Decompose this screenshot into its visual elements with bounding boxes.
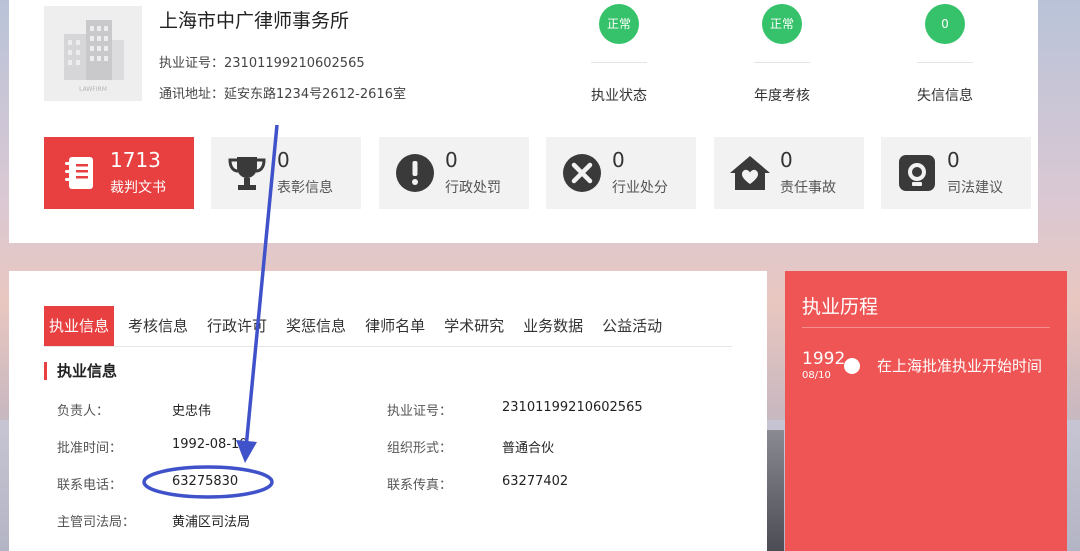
license-value: 23101199210602565	[224, 56, 365, 71]
bulb-icon	[899, 155, 935, 191]
phone-label: 联系电话：	[57, 478, 123, 493]
timeline-year: 1992	[802, 349, 846, 369]
stat-count: 0	[612, 148, 625, 172]
exclamation-icon	[396, 154, 434, 192]
stat-count: 0	[947, 148, 960, 172]
stat-label: 裁判文书	[110, 180, 166, 196]
stat-count: 1713	[110, 148, 161, 172]
stat-industry-sanction[interactable]: 0 行业处分	[546, 137, 696, 209]
approve-label: 批准时间：	[57, 441, 123, 456]
status-badge[interactable]: 0	[925, 4, 965, 44]
tab-practice-info[interactable]: 执业信息	[44, 306, 115, 346]
fax-value: 63277402	[502, 474, 569, 489]
firm-logo: LAWFIRM	[44, 6, 142, 101]
timeline-title: 执业历程	[802, 296, 879, 318]
stat-liability-accident[interactable]: 0 责任事故	[714, 137, 864, 209]
status-annual-review: 正常 年度考核	[722, 4, 842, 105]
building-icon: LAWFIRM	[64, 19, 124, 93]
tab-rewards-penalties[interactable]: 奖惩信息	[281, 306, 351, 346]
stat-count: 0	[277, 148, 290, 172]
firm-name: 上海市中广律师事务所	[159, 10, 350, 32]
timeline-card: 执业历程 1992 08/10 在上海批准执业开始时间	[785, 271, 1067, 551]
org-form-value: 普通合伙	[502, 441, 555, 456]
stat-admin-penalty[interactable]: 0 行政处罚	[379, 137, 529, 209]
org-form-label: 组织形式：	[387, 441, 453, 456]
timeline-dot	[844, 358, 860, 374]
license-label: 执业证号：	[159, 56, 225, 71]
leader-value: 史忠伟	[172, 404, 212, 419]
stat-judicial-advice[interactable]: 0 司法建议	[881, 137, 1031, 209]
timeline-date: 08/10	[802, 370, 831, 381]
status-label: 失信信息	[917, 88, 973, 104]
status-badge: 正常	[762, 4, 802, 44]
divider	[802, 327, 1050, 328]
tab-admin-permit[interactable]: 行政许可	[202, 306, 272, 346]
fax-label: 联系传真：	[387, 478, 453, 493]
x-circle-icon	[563, 154, 601, 192]
status-practice: 正常 执业状态	[559, 4, 679, 105]
firm-summary-card: LAWFIRM 上海市中广律师事务所 执业证号：2310119921060256…	[9, 0, 1038, 243]
timeline-event: 在上海批准执业开始时间	[877, 357, 1043, 375]
house-heart-icon	[730, 156, 770, 190]
section-title: 执业信息	[44, 362, 117, 380]
notebook-icon	[65, 157, 93, 189]
divider	[591, 62, 647, 63]
license-label: 执业证号：	[387, 404, 453, 419]
stat-count: 0	[445, 148, 458, 172]
stat-judgments[interactable]: 1713 裁判文书	[44, 137, 194, 209]
stat-commendations[interactable]: 0 表彰信息	[211, 137, 361, 209]
phone-value: 63275830	[172, 474, 239, 489]
stat-label: 责任事故	[780, 180, 836, 196]
logo-text: LAWFIRM	[79, 86, 107, 93]
address-label: 通讯地址：	[159, 87, 225, 102]
background-pier	[764, 430, 784, 551]
tab-lawyer-list[interactable]: 律师名单	[360, 306, 430, 346]
stat-count: 0	[780, 148, 793, 172]
firm-address: 通讯地址：延安东路1234号2612-2616室	[159, 83, 406, 102]
status-dishonesty[interactable]: 0 失信信息	[885, 4, 1005, 105]
status-badge: 正常	[599, 4, 639, 44]
status-label: 执业状态	[591, 88, 647, 104]
stat-label: 司法建议	[947, 180, 1003, 196]
stat-label: 表彰信息	[277, 180, 333, 196]
tab-assessment[interactable]: 考核信息	[123, 306, 193, 346]
bureau-label: 主管司法局：	[57, 515, 136, 530]
status-label: 年度考核	[754, 88, 810, 104]
address-value: 延安东路1234号2612-2616室	[224, 87, 406, 102]
bureau-value: 黄浦区司法局	[172, 515, 251, 530]
stat-label: 行政处罚	[445, 180, 501, 196]
info-tabs: 执业信息 考核信息 行政许可 奖惩信息 律师名单 学术研究 业务数据 公益活动	[44, 306, 732, 347]
divider	[917, 62, 973, 63]
divider	[754, 62, 810, 63]
firm-license: 执业证号：23101199210602565	[159, 52, 365, 71]
tab-research[interactable]: 学术研究	[439, 306, 509, 346]
tab-public-welfare[interactable]: 公益活动	[597, 306, 667, 346]
practice-info-card: 执业信息 考核信息 行政许可 奖惩信息 律师名单 学术研究 业务数据 公益活动 …	[9, 271, 767, 551]
stat-label: 行业处分	[612, 180, 668, 196]
tab-business-data[interactable]: 业务数据	[518, 306, 588, 346]
leader-label: 负责人：	[57, 404, 110, 419]
approve-value: 1992-08-10	[172, 437, 248, 452]
license-value: 23101199210602565	[502, 400, 643, 415]
trophy-icon	[228, 157, 266, 190]
